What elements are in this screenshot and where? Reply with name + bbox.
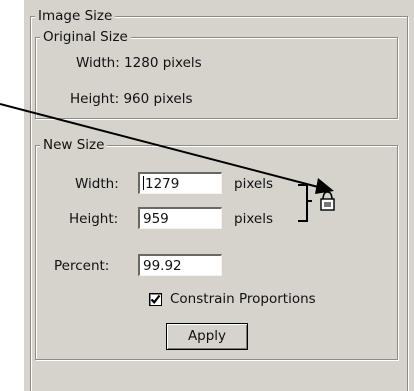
- height-input[interactable]: 959: [138, 207, 222, 229]
- text-caret: [143, 176, 144, 190]
- new-size-title: New Size: [40, 137, 108, 153]
- constrain-link-bracket: [298, 184, 308, 222]
- check-mark-icon: [150, 294, 161, 304]
- width-input-value: 1279: [145, 176, 180, 192]
- width-unit-label: pixels: [234, 176, 273, 192]
- constrain-link-bracket-stem: [306, 200, 312, 202]
- original-size-group: Original Size Width: 1280 pixels Height:…: [35, 29, 398, 119]
- original-width-text: Width: 1280 pixels: [76, 55, 202, 71]
- apply-button[interactable]: Apply: [166, 323, 248, 350]
- new-size-group: New Size Width: 1279 pixels Height: 959 …: [35, 137, 398, 360]
- width-input[interactable]: 1279: [138, 172, 222, 194]
- original-height-text: Height: 960 pixels: [70, 91, 193, 107]
- percent-input-value: 99.92: [143, 258, 182, 274]
- height-input-value: 959: [143, 211, 169, 227]
- constrain-proportions-checkbox[interactable]: [149, 293, 162, 306]
- width-label: Width:: [75, 176, 119, 192]
- height-label: Height:: [69, 211, 119, 227]
- image-size-title: Image Size: [35, 8, 116, 24]
- percent-label: Percent:: [54, 258, 110, 274]
- image-size-panel: Image Size Original Size Width: 1280 pix…: [24, 0, 414, 391]
- percent-input[interactable]: 99.92: [138, 254, 222, 276]
- constrain-proportions-label[interactable]: Constrain Proportions: [170, 290, 316, 308]
- original-size-title: Original Size: [40, 29, 131, 45]
- height-unit-label: pixels: [234, 211, 273, 227]
